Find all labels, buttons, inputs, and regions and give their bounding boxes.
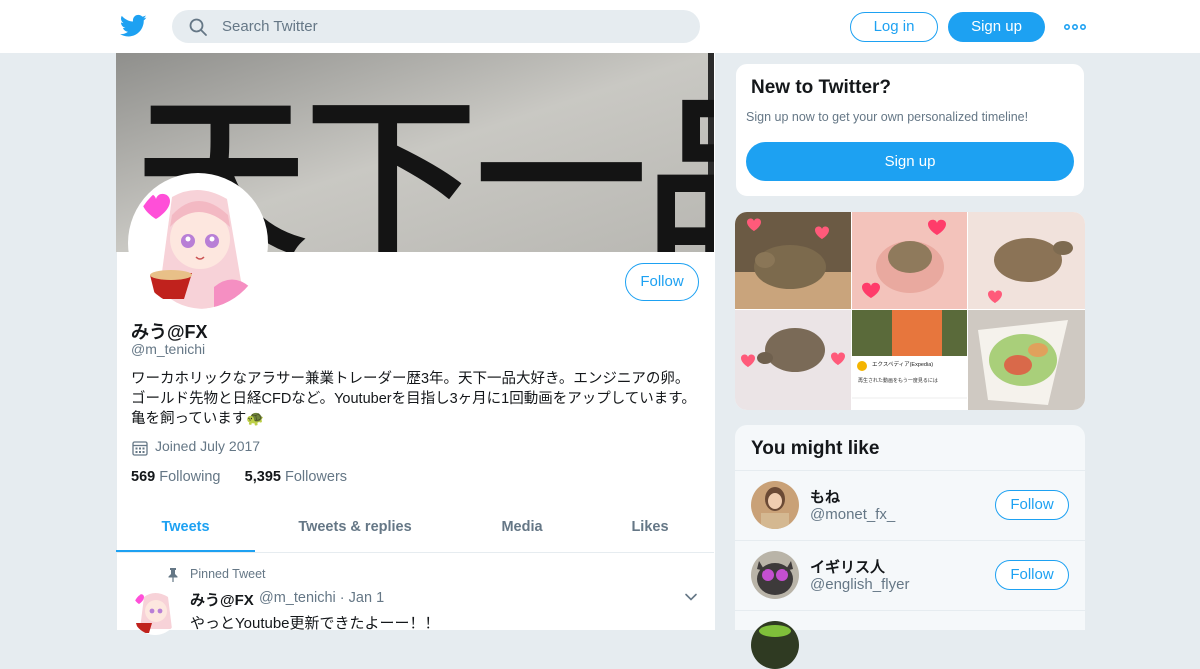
new-to-twitter-title: New to Twitter? <box>751 77 892 98</box>
calendar-icon <box>132 441 148 456</box>
media-tile[interactable]: エクスペディア(Expedia) 再生された動画をもう一度見るには <box>852 310 967 410</box>
followers-label: Followers <box>284 469 348 485</box>
suggested-follow-button[interactable]: Follow <box>995 490 1069 520</box>
suggested-follow-button[interactable]: Follow <box>995 560 1069 590</box>
search-icon <box>189 18 207 36</box>
media-tile[interactable] <box>968 212 1085 309</box>
tweet-author-handle-date[interactable]: @m_tenichi · Jan 1 <box>259 590 384 606</box>
chevron-down-icon[interactable] <box>684 590 698 604</box>
twitter-bird-icon[interactable] <box>120 14 147 38</box>
media-grid: エクスペディア(Expedia) 再生された動画をもう一度見るには <box>735 212 1085 410</box>
following-link[interactable]: 569 Following <box>131 469 220 485</box>
profile-stats: 569 Following 5,395 Followers <box>131 469 347 485</box>
signup-button[interactable]: Sign up <box>948 12 1045 42</box>
followers-count: 5,395 <box>244 469 281 485</box>
suggested-user-avatar[interactable] <box>751 481 799 529</box>
suggested-user-name[interactable]: イギリス人 <box>810 556 885 577</box>
divider <box>735 540 1085 541</box>
pin-icon <box>168 568 178 582</box>
media-tile[interactable] <box>852 212 967 309</box>
more-options-icon[interactable] <box>1064 17 1086 37</box>
media-tile[interactable] <box>735 212 851 309</box>
divider <box>735 610 1085 611</box>
you-might-like-title: You might like <box>751 438 880 459</box>
suggested-user-avatar[interactable] <box>751 621 799 669</box>
profile-avatar[interactable] <box>132 177 264 309</box>
tab-tweets[interactable]: Tweets <box>116 519 255 535</box>
tab-tweets-replies[interactable]: Tweets & replies <box>275 519 435 535</box>
divider <box>735 470 1085 471</box>
following-label: Following <box>159 469 221 485</box>
following-count: 569 <box>131 469 156 485</box>
tweet-avatar[interactable] <box>132 589 178 635</box>
media-tile[interactable] <box>968 310 1085 410</box>
tweet-author-name[interactable]: みう@FX <box>190 589 254 610</box>
signup-card-button[interactable]: Sign up <box>746 142 1074 181</box>
tab-likes[interactable]: Likes <box>610 519 690 535</box>
profile-handle[interactable]: @m_tenichi <box>131 341 205 357</box>
new-to-twitter-subtitle: Sign up now to get your own personalized… <box>746 110 1029 124</box>
suggested-user-name[interactable]: もね <box>810 486 840 507</box>
followers-link[interactable]: 5,395 Followers <box>245 469 347 485</box>
login-button[interactable]: Log in <box>850 12 938 42</box>
media-tile-text: 再生された動画をもう一度見るには <box>858 377 938 384</box>
media-tile[interactable] <box>735 310 851 410</box>
tab-media[interactable]: Media <box>472 519 572 535</box>
media-tile-text: エクスペディア(Expedia) <box>872 360 933 368</box>
follow-button[interactable]: Follow <box>625 263 699 301</box>
profile-bio: ワーカホリックなアラサー兼業トレーダー歴3年。天下一品大好き。エンジニアの卵。ゴ… <box>131 371 696 427</box>
search-input[interactable] <box>212 10 702 43</box>
tabs-divider <box>116 552 714 553</box>
suggested-user-handle[interactable]: @monet_fx_ <box>810 506 895 523</box>
suggested-user-handle[interactable]: @english_flyer <box>810 576 909 593</box>
joined-date: Joined July 2017 <box>155 438 261 454</box>
pinned-tweet-label: Pinned Tweet <box>190 567 266 581</box>
suggested-user-avatar[interactable] <box>751 551 799 599</box>
